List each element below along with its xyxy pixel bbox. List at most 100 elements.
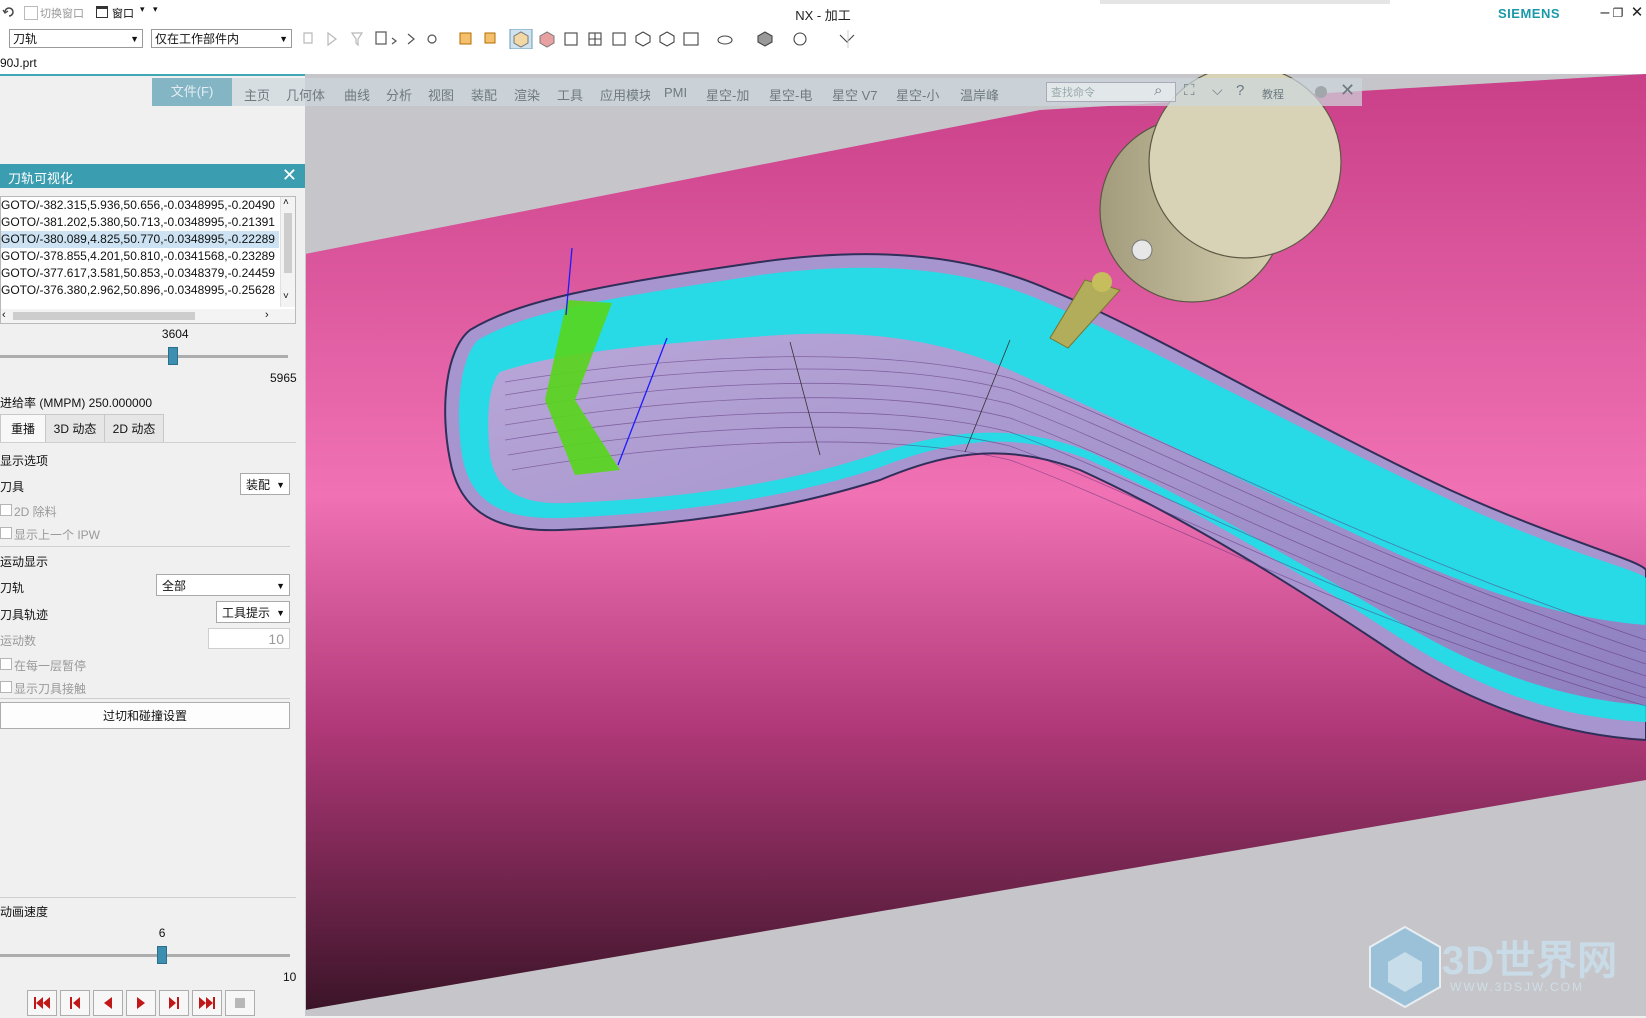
- close-icon[interactable]: ✕: [282, 165, 297, 186]
- window-title: NX - 加工: [795, 8, 851, 23]
- fullscreen-icon[interactable]: ⛶: [1184, 82, 1195, 99]
- animation-speed-max: 10: [283, 970, 297, 984]
- tab-xingkong-xiao[interactable]: 星空-小: [896, 85, 939, 104]
- tab-3d-label: 3D 动态: [53, 422, 97, 436]
- motion-count-input[interactable]: 10: [208, 628, 290, 649]
- panel-title: 刀轨可视化: [8, 171, 74, 186]
- tab-view[interactable]: 视图: [428, 85, 454, 104]
- toolpath-label: 刀轨: [0, 581, 25, 595]
- list-item[interactable]: GOTO/-377.617,3.581,50.853,-0.0348379,-0…: [1, 265, 279, 282]
- selection-scope-value: 仅在工作部件内: [155, 32, 240, 46]
- tab-analysis[interactable]: 分析: [386, 85, 412, 104]
- scroll-right-arrow[interactable]: ›: [265, 309, 269, 321]
- tool-display-select[interactable]: 装配 ▼: [240, 473, 290, 495]
- tab-xingkong-jia[interactable]: 星空-加: [706, 85, 749, 104]
- toolbar-icons: [303, 29, 855, 49]
- checkbox-pause-each-layer[interactable]: [0, 658, 12, 670]
- tab-pmi[interactable]: PMI: [664, 85, 687, 100]
- step-back-button[interactable]: [60, 990, 90, 1016]
- list-item-selected[interactable]: GOTO/-380.089,4.825,50.770,-0.0348995,-0…: [1, 231, 279, 248]
- tab-3d-dynamic[interactable]: 3D 动态: [45, 414, 105, 443]
- tab-home[interactable]: 主页: [244, 85, 270, 104]
- position-slider-knob[interactable]: [167, 347, 178, 365]
- tab-assembly[interactable]: 装配: [471, 85, 497, 104]
- tool-trace-select[interactable]: 工具提示 ▼: [216, 601, 290, 623]
- checkbox-prev-ipw[interactable]: [0, 527, 12, 539]
- help-icon[interactable]: ?: [1236, 82, 1244, 99]
- checkbox-pause-each-layer-label: 在每一层暂停: [14, 659, 87, 673]
- play-reverse-button[interactable]: [93, 990, 123, 1016]
- type-filter-select[interactable]: 刀轨 ▼: [9, 29, 143, 48]
- tab-wenanfeng[interactable]: 温岸峰: [960, 85, 999, 104]
- list-item[interactable]: GOTO/-376.380,2.962,50.896,-0.0348995,-0…: [1, 282, 279, 299]
- chevron-down-icon[interactable]: ⌵: [1212, 82, 1223, 99]
- step-forward-button[interactable]: [159, 990, 189, 1016]
- watermark: 3D世界网 WWW.3DSJW.COM: [1360, 922, 1630, 1012]
- chevron-down-icon: ▼: [276, 608, 285, 618]
- chevron-down-icon: ▼: [130, 34, 139, 44]
- animation-speed-track[interactable]: [0, 954, 290, 957]
- close-button[interactable]: ✕: [1626, 2, 1646, 24]
- position-slider-track[interactable]: [0, 355, 288, 358]
- checkbox-show-tool-contact[interactable]: [0, 681, 12, 693]
- watermark-url: WWW.3DSJW.COM: [1450, 980, 1584, 994]
- animation-speed-label: 动画速度: [0, 905, 49, 919]
- selection-toolbar: 刀轨 ▼ 仅在工作部件内 ▼: [0, 26, 1646, 53]
- graphics-viewport[interactable]: [305, 74, 1646, 1016]
- tab-replay-label: 重播: [10, 422, 35, 436]
- watermark-text: 3D世界网: [1442, 939, 1619, 983]
- vertical-scrollbar[interactable]: ˄ ˅: [280, 197, 295, 307]
- checkbox-2d-removal-label: 2D 除料: [14, 505, 57, 519]
- list-item[interactable]: GOTO/-381.202,5.380,50.713,-0.0348995,-0…: [1, 214, 279, 231]
- toolpath-display-value: 全部: [162, 579, 187, 593]
- tool-display-value: 装配: [246, 478, 271, 492]
- tab-2d-dynamic[interactable]: 2D 动态: [104, 414, 164, 443]
- list-item[interactable]: GOTO/-382.315,5.936,50.656,-0.0348995,-0…: [1, 197, 279, 214]
- scrollbar-thumb[interactable]: [284, 213, 292, 273]
- tab-xingkong-v7[interactable]: 星空 V7: [832, 85, 878, 104]
- checkbox-2d-removal[interactable]: [0, 504, 12, 516]
- selection-scope-select[interactable]: 仅在工作部件内 ▼: [151, 29, 292, 48]
- scroll-up-arrow[interactable]: ˄: [283, 197, 289, 208]
- toolpath-3d-scene: [305, 74, 1646, 1016]
- tutorial-link[interactable]: 教程: [1262, 86, 1284, 102]
- tab-tools[interactable]: 工具: [557, 85, 583, 104]
- search-icon[interactable]: ⌕: [1154, 82, 1162, 99]
- title-bar: 切换窗口 窗口 ▾ ▾ NX - 加工 SIEMENS – ❐ ✕: [0, 0, 1646, 26]
- position-slider-max: 5965: [270, 371, 297, 385]
- file-menu-button[interactable]: 文件(F): [152, 78, 232, 106]
- rewind-to-start-button[interactable]: [27, 990, 57, 1016]
- goto-list[interactable]: GOTO/-382.315,5.936,50.656,-0.0348995,-0…: [0, 196, 296, 324]
- tab-xingkong-dian[interactable]: 星空-电: [769, 85, 812, 104]
- gouge-collision-settings-button[interactable]: 过切和碰撞设置: [0, 702, 290, 729]
- toolpath-display-select[interactable]: 全部 ▼: [156, 574, 290, 596]
- motion-count-label: 运动数: [0, 634, 37, 648]
- siemens-logo: SIEMENS: [1497, 6, 1560, 21]
- checkbox-show-tool-contact-label: 显示刀具接触: [14, 682, 87, 696]
- scroll-down-arrow[interactable]: ˅: [283, 291, 289, 302]
- status-dot-icon: [1315, 86, 1327, 98]
- tab-render[interactable]: 渲染: [514, 85, 540, 104]
- tab-replay[interactable]: 重播: [0, 414, 46, 443]
- tab-geometry[interactable]: 几何体: [286, 85, 325, 104]
- scrollbar-thumb[interactable]: [13, 312, 195, 320]
- stop-button[interactable]: [225, 990, 255, 1016]
- file-tab[interactable]: 90J.prt: [0, 56, 37, 70]
- chevron-down-icon: ▼: [276, 581, 285, 591]
- list-item[interactable]: GOTO/-378.855,4.201,50.810,-0.0341568,-0…: [1, 248, 279, 265]
- ribbon-bar: [152, 78, 1362, 106]
- position-slider-value: 3604: [161, 327, 189, 341]
- section-divider: [0, 897, 296, 898]
- feed-rate-label: 进给率 (MMPM) 250.000000: [0, 396, 153, 410]
- section-divider: [0, 698, 290, 699]
- horizontal-scrollbar[interactable]: ‹ ›: [1, 309, 295, 323]
- fast-forward-to-end-button[interactable]: [192, 990, 222, 1016]
- scroll-left-arrow[interactable]: ‹: [2, 309, 6, 321]
- tab-curve[interactable]: 曲线: [344, 85, 370, 104]
- tab-application[interactable]: 应用模块: [600, 85, 650, 104]
- play-button[interactable]: [126, 990, 156, 1016]
- close-ribbon-icon[interactable]: ✕: [1340, 80, 1355, 101]
- motion-display-heading: 运动显示: [0, 555, 49, 569]
- tool-label: 刀具: [0, 480, 25, 494]
- animation-speed-knob[interactable]: [156, 946, 167, 964]
